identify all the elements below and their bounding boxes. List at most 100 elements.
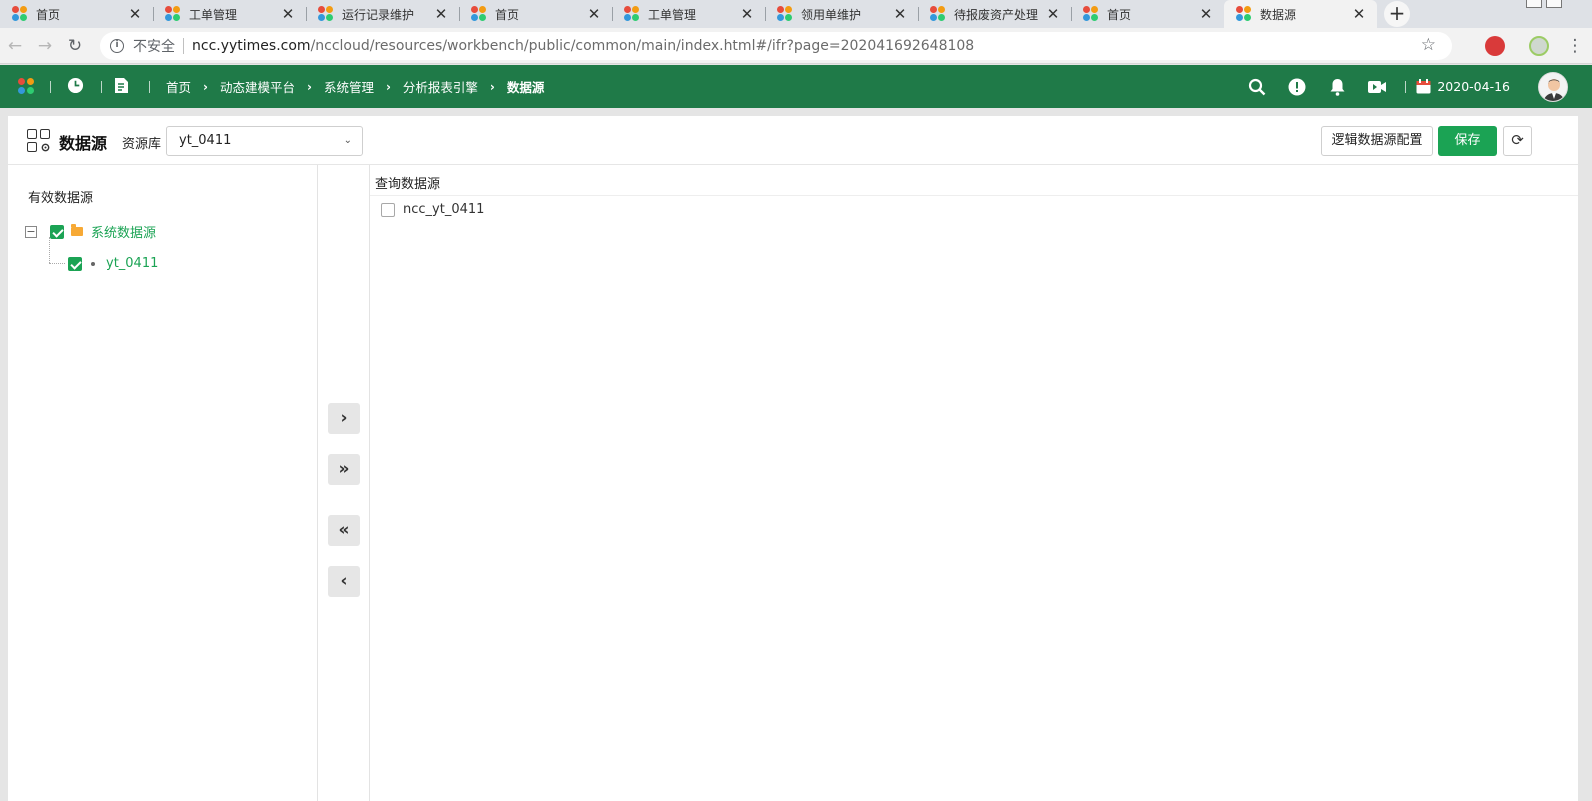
info-icon[interactable]: i bbox=[110, 39, 124, 53]
calendar-icon bbox=[1416, 79, 1431, 94]
tab-title: 数据源 bbox=[1260, 7, 1297, 22]
search-icon[interactable] bbox=[1237, 78, 1277, 96]
divider bbox=[1405, 80, 1407, 93]
panel-title: 查询数据源 bbox=[375, 177, 441, 192]
chevron-right-icon: › bbox=[203, 79, 208, 94]
list-item[interactable]: ncc_yt_0411 bbox=[381, 202, 484, 217]
tree-connector bbox=[49, 263, 65, 264]
move-all-right-icon[interactable]: » bbox=[328, 454, 360, 485]
browser-tab[interactable]: 待报废资产处理 ✕ bbox=[918, 0, 1071, 28]
tab-title: 工单管理 bbox=[648, 7, 697, 22]
refresh-icon[interactable]: ⟳ bbox=[1503, 126, 1532, 156]
forward-icon[interactable]: → bbox=[30, 31, 60, 61]
tab-title: 首页 bbox=[1107, 7, 1132, 22]
tab-close-icon[interactable]: ✕ bbox=[1045, 5, 1061, 23]
tab-close-icon[interactable]: ✕ bbox=[127, 5, 143, 23]
data-source-page: 数据源 资源库 yt_0411 ⌄ 逻辑数据源配置 保存 ⟳ 有效数据源 − 系… bbox=[8, 116, 1578, 801]
user-avatar[interactable] bbox=[1538, 71, 1568, 102]
divider bbox=[183, 38, 184, 54]
library-select[interactable]: yt_0411 ⌄ bbox=[166, 126, 363, 156]
breadcrumb-item[interactable]: 系统管理 bbox=[324, 77, 374, 96]
browser-tab-active[interactable]: 数据源 ✕ bbox=[1224, 0, 1377, 28]
move-all-left-icon[interactable]: « bbox=[328, 515, 360, 546]
url-host: ncc.yytimes.com bbox=[192, 38, 311, 54]
tab-title: 领用单维护 bbox=[801, 7, 862, 22]
security-label: 不安全 bbox=[133, 39, 175, 55]
chevron-right-icon: › bbox=[489, 79, 495, 94]
divider bbox=[101, 81, 102, 93]
browser-tab[interactable]: 工单管理 ✕ bbox=[153, 0, 306, 28]
plus-icon: + bbox=[1384, 1, 1410, 27]
tab-title: 待报废资产处理 bbox=[954, 7, 1039, 22]
back-icon[interactable]: ← bbox=[0, 31, 30, 61]
chevron-right-icon: › bbox=[385, 79, 391, 94]
minimize-icon[interactable] bbox=[1526, 0, 1542, 8]
chevron-down-icon: ⌄ bbox=[343, 135, 352, 146]
breadcrumb-item[interactable]: 首页 bbox=[166, 77, 191, 96]
browser-tab[interactable]: 领用单维护 ✕ bbox=[765, 0, 918, 28]
browser-tab-strip: 首页 ✕ 工单管理 ✕ 运行记录维护 ✕ 首页 ✕ 工单管理 ✕ 领用单维护 ✕… bbox=[0, 0, 1592, 28]
tab-close-icon[interactable]: ✕ bbox=[280, 5, 296, 23]
reload-icon[interactable]: ↻ bbox=[60, 31, 90, 61]
tab-close-icon[interactable]: ✕ bbox=[1198, 5, 1214, 23]
collapse-icon[interactable]: − bbox=[25, 225, 37, 238]
tree-node-label[interactable]: yt_0411 bbox=[106, 256, 158, 271]
apps-grid-icon bbox=[27, 129, 51, 153]
tree-node-child[interactable]: yt_0411 bbox=[68, 256, 158, 271]
bullet-icon bbox=[91, 261, 95, 266]
url-path: /nccloud/resources/workbench/public/comm… bbox=[310, 38, 975, 54]
breadcrumb-item[interactable]: 分析报表引擎 bbox=[403, 77, 478, 96]
app-favicon-icon bbox=[777, 6, 793, 22]
divider bbox=[370, 195, 1578, 196]
tab-close-icon[interactable]: ✕ bbox=[892, 5, 908, 23]
folder-icon bbox=[71, 224, 83, 236]
address-bar[interactable]: i 不安全 ncc.yytimes.com/nccloud/resources/… bbox=[100, 32, 1452, 60]
browser-tab[interactable]: 运行记录维护 ✕ bbox=[306, 0, 459, 28]
library-select-value: yt_0411 bbox=[179, 133, 232, 148]
video-icon[interactable] bbox=[1357, 79, 1397, 95]
breadcrumb-current: 数据源 bbox=[506, 80, 545, 95]
app-favicon-icon bbox=[624, 6, 640, 22]
breadcrumb-item[interactable]: 动态建模平台 bbox=[220, 77, 295, 96]
browser-tab[interactable]: 首页 ✕ bbox=[0, 0, 153, 28]
panel-title: 有效数据源 bbox=[28, 191, 94, 206]
tree-node-label[interactable]: 系统数据源 bbox=[91, 222, 156, 241]
window-controls[interactable] bbox=[1526, 0, 1562, 8]
clock-icon[interactable] bbox=[67, 77, 84, 94]
browser-tab[interactable]: 首页 ✕ bbox=[459, 0, 612, 28]
menu-kebab-icon[interactable]: ⋮ bbox=[1560, 31, 1590, 61]
browser-tab[interactable]: 工单管理 ✕ bbox=[612, 0, 765, 28]
profile-icon[interactable] bbox=[1529, 36, 1549, 56]
list-item-checkbox[interactable] bbox=[381, 202, 395, 217]
current-date[interactable]: 2020-04-16 bbox=[1437, 79, 1510, 94]
logical-datasource-config-button[interactable]: 逻辑数据源配置 bbox=[1321, 126, 1433, 156]
tab-title: 工单管理 bbox=[189, 7, 238, 22]
tab-close-icon[interactable]: ✕ bbox=[1351, 5, 1367, 23]
tab-close-icon[interactable]: ✕ bbox=[433, 5, 449, 23]
move-right-icon[interactable]: › bbox=[328, 403, 360, 434]
tree-node-checkbox[interactable] bbox=[50, 224, 64, 239]
document-icon[interactable] bbox=[114, 77, 129, 94]
maximize-icon[interactable] bbox=[1546, 0, 1562, 8]
tab-title: 首页 bbox=[495, 7, 520, 22]
browser-tab[interactable]: 首页 ✕ bbox=[1071, 0, 1224, 28]
chevron-right-icon: › bbox=[306, 79, 312, 94]
bell-icon[interactable] bbox=[1317, 78, 1357, 96]
save-button[interactable]: 保存 bbox=[1438, 126, 1497, 156]
bookmark-star-icon[interactable]: ☆ bbox=[1421, 35, 1436, 55]
move-left-icon[interactable]: ‹ bbox=[328, 566, 360, 597]
valid-datasource-panel: 有效数据源 − 系统数据源 yt_0411 bbox=[8, 165, 318, 801]
query-datasource-panel: 查询数据源 ncc_yt_0411 bbox=[370, 165, 1578, 801]
alert-icon[interactable] bbox=[1277, 78, 1317, 96]
tab-title: 首页 bbox=[36, 7, 61, 22]
tab-close-icon[interactable]: ✕ bbox=[739, 5, 755, 23]
tree-node-root[interactable]: − 系统数据源 bbox=[25, 222, 156, 241]
app-favicon-icon bbox=[318, 6, 334, 22]
tab-close-icon[interactable]: ✕ bbox=[586, 5, 602, 23]
tree-node-checkbox[interactable] bbox=[68, 256, 82, 271]
new-tab-button[interactable]: + bbox=[1383, 0, 1411, 28]
app-favicon-icon bbox=[165, 6, 181, 22]
logo-icon[interactable] bbox=[18, 78, 36, 96]
extension-icon[interactable] bbox=[1485, 36, 1505, 56]
list-item-label: ncc_yt_0411 bbox=[403, 202, 485, 217]
